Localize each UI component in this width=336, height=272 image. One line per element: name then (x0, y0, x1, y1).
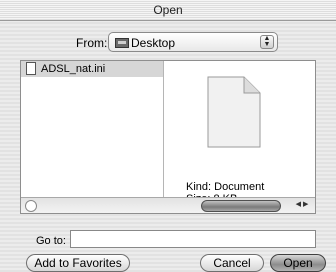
document-preview-icon (207, 76, 261, 148)
goto-input[interactable] (70, 230, 316, 248)
file-item[interactable]: ADSL_nat.ini (21, 61, 163, 77)
add-to-favorites-button[interactable]: Add to Favorites (26, 254, 130, 272)
horizontal-scrollbar[interactable]: ◀ ▶ (21, 197, 315, 213)
open-button[interactable]: Open (270, 254, 326, 272)
file-browser: ADSL_nat.ini Kind: Document Size: 8 KB ◀… (20, 60, 316, 214)
cancel-button[interactable]: Cancel (200, 254, 264, 272)
scroll-thumb[interactable] (201, 200, 281, 212)
document-icon (26, 62, 36, 75)
popup-arrows-icon: ▲ ▼ (260, 35, 274, 49)
file-column: ADSL_nat.ini (21, 61, 164, 198)
scroll-track-cap (25, 200, 37, 212)
preview-kind: Kind: Document (186, 181, 265, 193)
from-label: From: (76, 36, 108, 50)
desktop-folder-icon (115, 38, 129, 48)
location-value: Desktop (131, 36, 176, 50)
window-title: Open (0, 0, 336, 21)
scroll-arrows-icon[interactable]: ◀ ▶ (291, 199, 313, 211)
location-popup[interactable]: Desktop ▲ ▼ (108, 32, 278, 52)
file-name: ADSL_nat.ini (41, 63, 106, 75)
goto-label: Go to: (36, 235, 66, 247)
preview-pane: Kind: Document Size: 8 KB (164, 61, 315, 205)
